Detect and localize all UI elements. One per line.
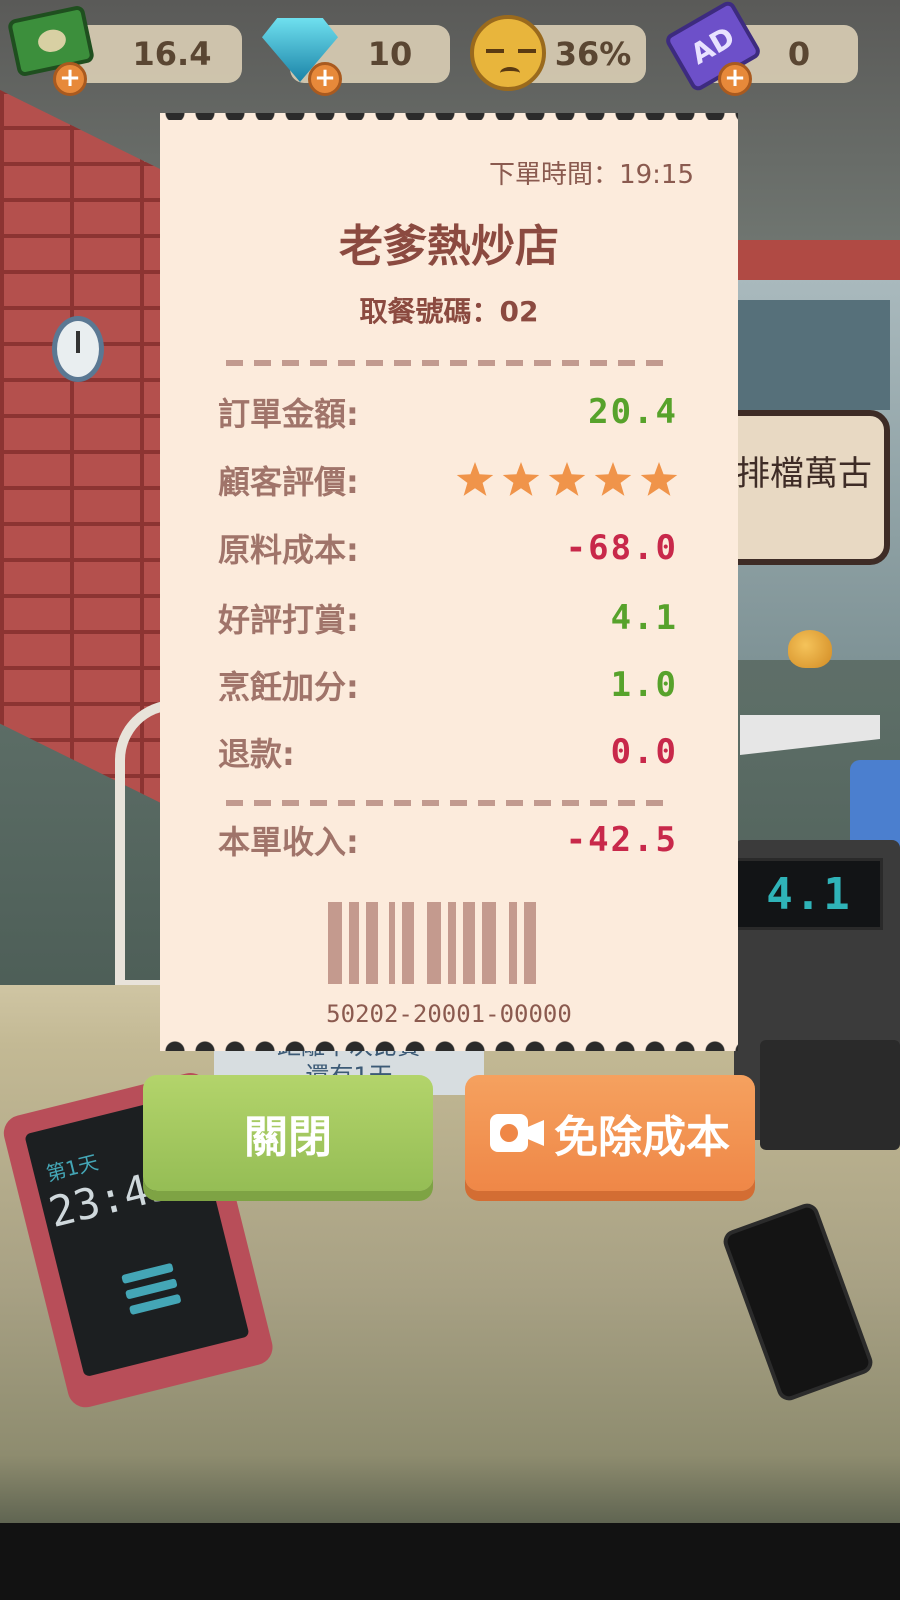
tip-value: 4.1 bbox=[610, 598, 678, 638]
divider bbox=[226, 360, 672, 366]
wall-clock-icon bbox=[52, 316, 104, 382]
cash-icon-wrap bbox=[6, 4, 96, 78]
video-camera-icon bbox=[490, 1114, 544, 1152]
divider bbox=[226, 800, 672, 806]
waive-cost-button[interactable]: 免除成本 bbox=[465, 1075, 755, 1191]
register-display: 4.1 bbox=[735, 858, 883, 930]
ingredient-cost-row: 原料成本: -68.0 bbox=[218, 526, 678, 570]
order-time: 下單時間：19:15 bbox=[489, 154, 694, 191]
ingredient-cost-value: -68.0 bbox=[565, 528, 678, 568]
barcode bbox=[328, 902, 570, 984]
star-icon bbox=[502, 462, 540, 496]
menu-icon[interactable] bbox=[121, 1262, 183, 1322]
add-ad-ticket-icon[interactable]: + bbox=[718, 62, 752, 96]
rating-stars bbox=[456, 462, 678, 498]
gem-value: 10 bbox=[367, 35, 413, 73]
table bbox=[740, 715, 880, 755]
barcode-number: 50202-20001-00000 bbox=[326, 1000, 572, 1028]
order-amount-label: 訂單金額: bbox=[218, 395, 359, 433]
refund-value: 0.0 bbox=[610, 732, 678, 772]
bun-icon bbox=[788, 630, 832, 668]
tip-row: 好評打賞: 4.1 bbox=[218, 596, 678, 640]
hud: 16.4 + 10 + 36% 0 AD + bbox=[0, 0, 900, 110]
star-icon bbox=[456, 462, 494, 496]
shop-name: 老爹熱炒店 bbox=[339, 221, 559, 272]
order-income-label: 本單收入: bbox=[218, 823, 359, 861]
order-amount-row: 訂單金額: 20.4 bbox=[218, 390, 678, 434]
star-icon bbox=[640, 462, 678, 496]
mood-face-icon bbox=[470, 15, 546, 91]
order-time-label: 下單時間： bbox=[489, 160, 620, 190]
add-cash-icon[interactable]: + bbox=[53, 62, 87, 96]
cooking-bonus-label: 烹飪加分: bbox=[218, 668, 359, 706]
close-button-label: 關閉 bbox=[244, 1112, 332, 1163]
tip-label: 好評打賞: bbox=[218, 601, 359, 639]
stool bbox=[850, 760, 900, 850]
mood-icon-wrap bbox=[470, 15, 546, 91]
refund-row: 退款: 0.0 bbox=[218, 730, 678, 774]
customer-rating-label: 顧客評價: bbox=[218, 463, 359, 501]
ingredient-cost-label: 原料成本: bbox=[218, 531, 359, 569]
pickup-label: 取餐號碼： bbox=[359, 295, 500, 328]
bottom-bar bbox=[0, 1523, 900, 1600]
close-button[interactable]: 關閉 bbox=[143, 1075, 433, 1191]
pickup-number: 取餐號碼：02 bbox=[160, 290, 738, 330]
register-drawer bbox=[760, 1040, 900, 1150]
cooking-bonus-value: 1.0 bbox=[610, 665, 678, 705]
order-income-value: -42.5 bbox=[565, 820, 678, 860]
order-receipt: 下單時間：19:15 老爹熱炒店 取餐號碼：02 訂單金額: 20.4 顧客評價… bbox=[160, 120, 738, 1045]
waive-cost-button-label: 免除成本 bbox=[554, 1112, 730, 1163]
add-gems-icon[interactable]: + bbox=[308, 62, 342, 96]
cooking-bonus-row: 烹飪加分: 1.0 bbox=[218, 663, 678, 707]
order-income-row: 本單收入: -42.5 bbox=[218, 818, 678, 862]
customer-rating-row: 顧客評價: bbox=[218, 458, 678, 502]
cash-value: 16.4 bbox=[132, 35, 212, 73]
brick-wall bbox=[0, 90, 175, 810]
order-time-value: 19:15 bbox=[619, 160, 694, 190]
order-amount-value: 20.4 bbox=[588, 392, 678, 432]
receipt-bottom-edge bbox=[160, 1035, 738, 1051]
refund-label: 退款: bbox=[218, 735, 295, 773]
pickup-value: 02 bbox=[499, 295, 539, 328]
star-icon bbox=[594, 462, 632, 496]
star-icon bbox=[548, 462, 586, 496]
